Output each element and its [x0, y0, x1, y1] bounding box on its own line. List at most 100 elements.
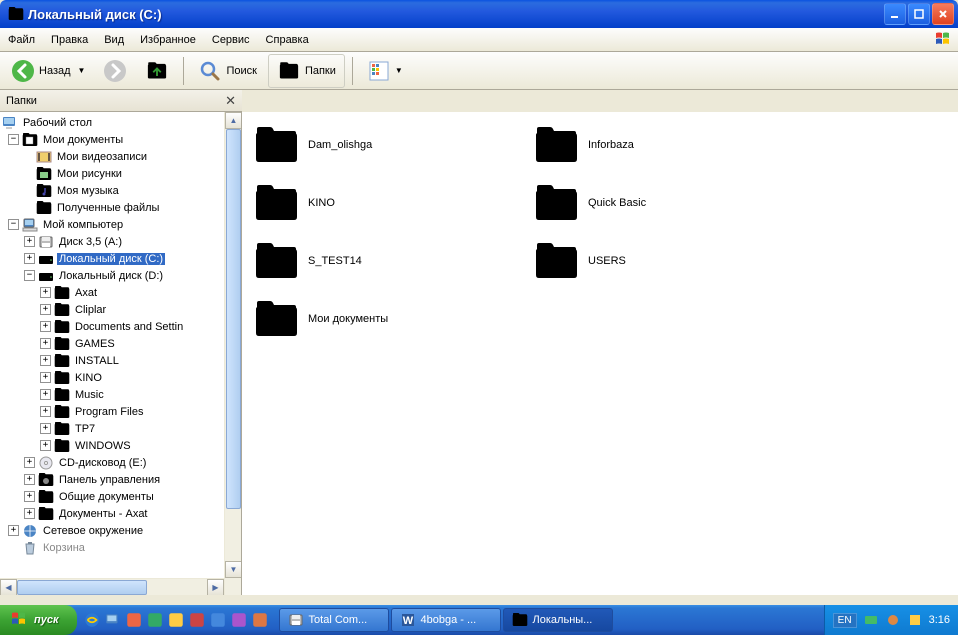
tree-mypics[interactable]: Мои рисунки [0, 165, 241, 182]
tree-install[interactable]: +INSTALL [0, 352, 241, 369]
task-button[interactable]: Локальны... [503, 608, 613, 632]
tree-cddrive[interactable]: +CD-дисковод (E:) [0, 454, 241, 471]
tree-disk-c[interactable]: + Локальный диск (C:) [0, 250, 241, 267]
expand-icon[interactable]: + [40, 423, 51, 434]
tree-recyclebin[interactable]: Корзина [0, 539, 241, 556]
app-icon[interactable] [209, 611, 227, 629]
expand-icon[interactable]: + [24, 491, 35, 502]
sidebar-vscroll[interactable]: ▲ ▼ [224, 112, 241, 595]
menu-file[interactable]: Файл [0, 32, 43, 48]
tree-network[interactable]: +Сетевое окружение [0, 522, 241, 539]
tree-axatdocs[interactable]: +Документы - Axat [0, 505, 241, 522]
scroll-left-icon[interactable]: ◀ [0, 579, 17, 595]
sidebar-close-button[interactable]: ✕ [225, 93, 236, 109]
expand-icon[interactable]: + [40, 304, 51, 315]
folder-item[interactable]: Quick Basic [534, 178, 794, 228]
tree-axat[interactable]: +Axat [0, 284, 241, 301]
tray-icon[interactable] [885, 612, 901, 628]
folder-icon [38, 489, 54, 505]
views-button[interactable]: ▼ [360, 55, 410, 87]
sidebar-hscroll[interactable]: ◀ ▶ [0, 578, 224, 595]
language-indicator[interactable]: EN [833, 613, 857, 628]
close-button[interactable] [932, 3, 954, 25]
tree-tp7[interactable]: +TP7 [0, 420, 241, 437]
folder-item[interactable]: S_TEST14 [254, 236, 514, 286]
tree-docs-settings[interactable]: +Documents and Settin [0, 318, 241, 335]
search-button[interactable]: Поиск [191, 55, 263, 87]
app-icon[interactable] [188, 611, 206, 629]
tree-windows[interactable]: +WINDOWS [0, 437, 241, 454]
menu-favorites[interactable]: Избранное [132, 32, 204, 48]
expand-icon[interactable]: + [40, 321, 51, 332]
folder-icon [254, 299, 298, 339]
menu-edit[interactable]: Правка [43, 32, 96, 48]
folders-button[interactable]: Папки [268, 54, 345, 88]
drive-icon [38, 268, 54, 284]
tree-received[interactable]: Полученные файлы [0, 199, 241, 216]
tree-floppy[interactable]: + Диск 3,5 (A:) [0, 233, 241, 250]
tree-disk-d[interactable]: − Локальный диск (D:) [0, 267, 241, 284]
expand-icon[interactable]: + [40, 338, 51, 349]
app-icon[interactable] [146, 611, 164, 629]
tree-mydocs[interactable]: − Мои документы [0, 131, 241, 148]
collapse-icon[interactable]: − [8, 219, 19, 230]
task-button[interactable]: Total Com... [279, 608, 389, 632]
expand-icon[interactable]: + [24, 457, 35, 468]
maximize-button[interactable] [908, 3, 930, 25]
app-icon[interactable] [167, 611, 185, 629]
ie-icon[interactable] [83, 611, 101, 629]
tray-icon[interactable] [863, 612, 879, 628]
expand-icon[interactable]: + [40, 406, 51, 417]
tree-music[interactable]: +Music [0, 386, 241, 403]
forward-button[interactable] [96, 55, 134, 87]
folder-item[interactable]: Inforbaza [534, 120, 794, 170]
app-icon[interactable] [251, 611, 269, 629]
tray-icon[interactable] [907, 612, 923, 628]
menu-help[interactable]: Справка [258, 32, 317, 48]
expand-icon[interactable]: + [40, 287, 51, 298]
expand-icon[interactable]: + [40, 372, 51, 383]
tree-shareddocs[interactable]: +Общие документы [0, 488, 241, 505]
tree-mymusic[interactable]: Моя музыка [0, 182, 241, 199]
back-button[interactable]: Назад ▼ [4, 55, 92, 87]
ctrlpanel-icon [38, 472, 54, 488]
start-button[interactable]: пуск [0, 605, 77, 635]
tree-myvideos[interactable]: Мои видеозаписи [0, 148, 241, 165]
minimize-button[interactable] [884, 3, 906, 25]
scroll-thumb[interactable] [226, 129, 241, 509]
collapse-icon[interactable]: − [8, 134, 19, 145]
clock[interactable]: 3:16 [929, 614, 950, 626]
app-icon[interactable] [125, 611, 143, 629]
expand-icon[interactable]: + [8, 525, 19, 536]
collapse-icon[interactable]: − [24, 270, 35, 281]
folder-item[interactable]: Dam_olishga [254, 120, 514, 170]
tree-cliplar[interactable]: +Cliplar [0, 301, 241, 318]
tree-mycomputer[interactable]: − Мой компьютер [0, 216, 241, 233]
task-button[interactable]: W4bobga - ... [391, 608, 501, 632]
scroll-up-icon[interactable]: ▲ [225, 112, 242, 129]
expand-icon[interactable]: + [40, 440, 51, 451]
app-icon[interactable] [230, 611, 248, 629]
expand-icon[interactable]: + [40, 389, 51, 400]
tree-ctrlpanel[interactable]: +Панель управления [0, 471, 241, 488]
menu-tools[interactable]: Сервис [204, 32, 258, 48]
folder-item[interactable]: Мои документы [254, 294, 514, 344]
menu-view[interactable]: Вид [96, 32, 132, 48]
tree-progfiles[interactable]: +Program Files [0, 403, 241, 420]
tree-games[interactable]: +GAMES [0, 335, 241, 352]
tree-kino[interactable]: +KINO [0, 369, 241, 386]
expand-icon[interactable]: + [40, 355, 51, 366]
up-folder-button[interactable] [138, 55, 176, 87]
taskbar: пуск Total Com... W4bobga - ... Локальны… [0, 605, 958, 635]
folder-item[interactable]: KINO [254, 178, 514, 228]
expand-icon[interactable]: + [24, 236, 35, 247]
desktop-icon[interactable] [104, 611, 122, 629]
folder-item[interactable]: USERS [534, 236, 794, 286]
expand-icon[interactable]: + [24, 508, 35, 519]
scroll-down-icon[interactable]: ▼ [225, 561, 242, 578]
expand-icon[interactable]: + [24, 253, 35, 264]
scroll-right-icon[interactable]: ▶ [207, 579, 224, 595]
tree-desktop[interactable]: Рабочий стол [0, 114, 241, 131]
scroll-thumb[interactable] [17, 580, 147, 595]
expand-icon[interactable]: + [24, 474, 35, 485]
